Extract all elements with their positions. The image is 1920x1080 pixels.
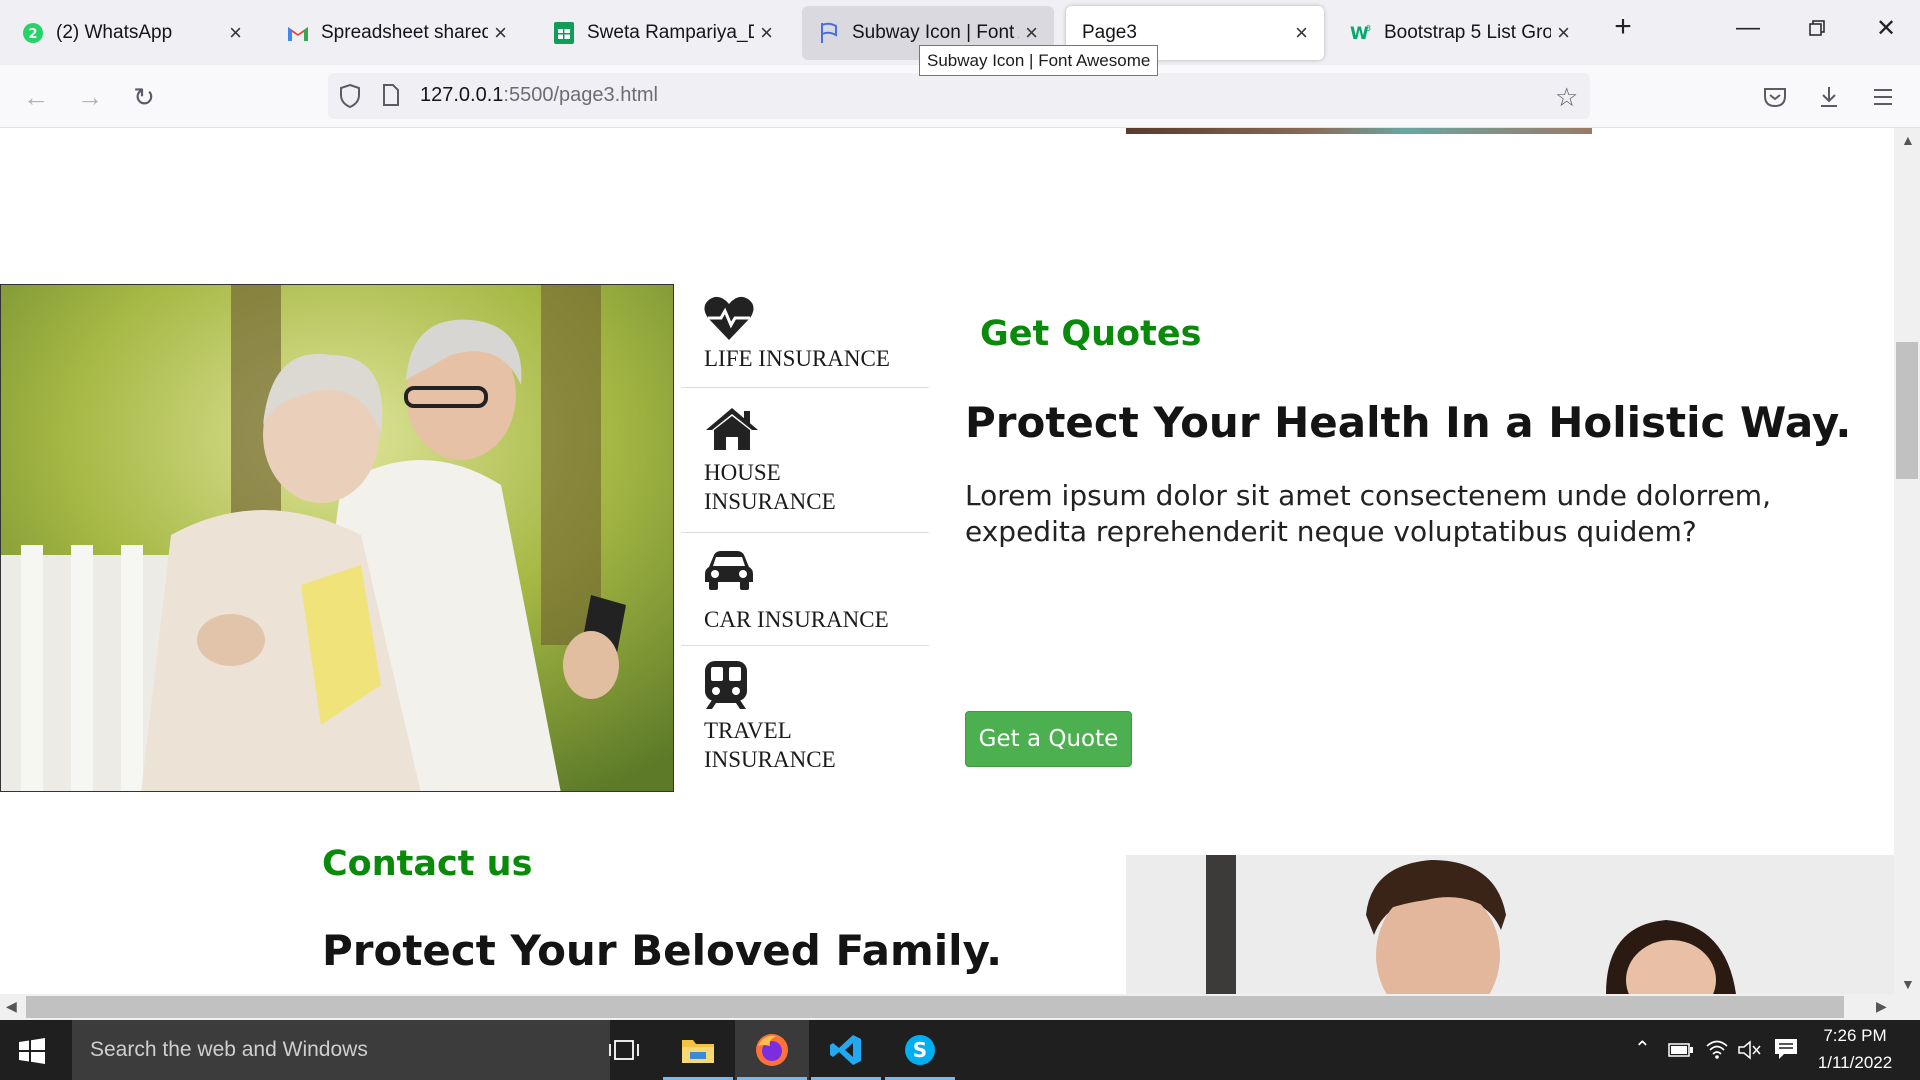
list-item-car-insurance[interactable]: CAR INSURANCE: [681, 533, 929, 646]
font-awesome-flag-icon: [818, 22, 840, 44]
tab-whatsapp[interactable]: 2 (2) WhatsApp ×: [6, 6, 258, 60]
item-label: TRAVEL INSURANCE: [704, 718, 836, 772]
url-host: 127.0.0.1: [420, 84, 504, 106]
tab-label: (2) WhatsApp: [56, 22, 173, 43]
task-view-icon[interactable]: [587, 1020, 661, 1080]
url-text[interactable]: 127.0.0.1:5500/page3.html: [420, 84, 658, 107]
whatsapp-icon: 2: [22, 22, 44, 44]
url-path: :5500/page3.html: [503, 84, 658, 106]
clock-date: 1/11/2022: [1817, 1053, 1893, 1072]
restore-button[interactable]: [1797, 14, 1837, 43]
gmail-icon: [287, 22, 309, 44]
couple-image: [0, 284, 674, 792]
star-icon[interactable]: ☆: [1555, 82, 1578, 113]
svg-text:2: 2: [28, 27, 37, 42]
w3schools-icon: W3: [1350, 22, 1372, 44]
menu-icon[interactable]: [1865, 79, 1901, 115]
car-icon: [704, 549, 754, 596]
scroll-left-icon[interactable]: ◀: [6, 998, 17, 1015]
page-viewport: LIFE INSURANCE HOUSE INSURANCE CAR INSUR…: [0, 128, 1894, 994]
skype-icon[interactable]: S: [883, 1020, 957, 1080]
svg-text:S: S: [913, 1038, 927, 1062]
clock-time: 7:26 PM: [1823, 1026, 1887, 1045]
windows-start-icon[interactable]: [18, 1038, 46, 1069]
close-icon[interactable]: ×: [494, 20, 507, 46]
firefox-icon[interactable]: [735, 1020, 809, 1080]
top-image-edge: [1126, 128, 1592, 134]
subway-icon: [704, 660, 748, 715]
contact-heading: Contact us: [322, 844, 533, 884]
list-item-house-insurance[interactable]: HOUSE INSURANCE: [681, 388, 929, 533]
battery-icon[interactable]: [1668, 1042, 1694, 1063]
scroll-right-icon[interactable]: ▶: [1876, 998, 1887, 1015]
item-label: CAR INSURANCE: [704, 607, 889, 632]
health-title: Protect Your Health In a Holistic Way.: [965, 398, 1852, 447]
show-hidden-icons-icon[interactable]: ⌃: [1634, 1036, 1651, 1061]
address-bar[interactable]: 127.0.0.1:5500/page3.html ☆: [328, 73, 1590, 119]
vertical-scrollbar[interactable]: ▲ ▼: [1894, 128, 1920, 994]
tab-label: Page3: [1082, 22, 1137, 43]
reload-icon[interactable]: ↻: [126, 79, 162, 115]
close-icon[interactable]: ×: [229, 20, 242, 46]
get-a-quote-button[interactable]: Get a Quote: [965, 711, 1132, 767]
wifi-icon[interactable]: [1705, 1038, 1729, 1065]
download-icon[interactable]: [1811, 79, 1847, 115]
close-icon[interactable]: ×: [760, 20, 773, 46]
back-arrow-icon[interactable]: ←: [18, 79, 54, 115]
scroll-down-icon[interactable]: ▼: [1901, 976, 1915, 992]
quotes-body-text: Lorem ipsum dolor sit amet consectenem u…: [965, 479, 1771, 548]
taskbar-search-input[interactable]: Search the web and Windows: [72, 1020, 610, 1080]
new-tab-button[interactable]: +: [1603, 10, 1643, 44]
item-label: HOUSE INSURANCE: [704, 460, 836, 514]
tab-w3schools[interactable]: W3 Bootstrap 5 List Group ×: [1334, 6, 1586, 60]
close-icon[interactable]: ×: [1295, 20, 1308, 46]
tab-sheets[interactable]: Sweta Rampariya_Daily ×: [537, 6, 789, 60]
close-window-button[interactable]: ✕: [1866, 14, 1906, 43]
minimize-button[interactable]: —: [1728, 14, 1768, 42]
list-item-travel-insurance[interactable]: TRAVEL INSURANCE: [681, 646, 929, 792]
tab-label: Sweta Rampariya_Daily: [587, 22, 754, 43]
tab-label: Spreadsheet shared wi: [321, 22, 489, 43]
forward-arrow-icon[interactable]: →: [72, 79, 108, 115]
sheets-icon: [553, 22, 575, 44]
house-icon: [704, 406, 760, 457]
vscode-icon[interactable]: [809, 1020, 883, 1080]
get-quotes-heading: Get Quotes: [980, 314, 1202, 354]
scroll-up-icon[interactable]: ▲: [1901, 132, 1915, 148]
page-icon: [382, 84, 400, 111]
vertical-scroll-thumb[interactable]: [1896, 342, 1918, 479]
tab-label: Subway Icon | Font Av: [852, 22, 1019, 43]
file-explorer-icon[interactable]: [661, 1020, 735, 1080]
volume-muted-icon[interactable]: [1738, 1040, 1762, 1065]
horizontal-scroll-thumb[interactable]: [26, 996, 1844, 1018]
family-title: Protect Your Beloved Family.: [322, 926, 1003, 975]
tab-tooltip: Subway Icon | Font Awesome: [919, 45, 1159, 76]
list-item-life-insurance[interactable]: LIFE INSURANCE: [681, 288, 929, 388]
close-icon[interactable]: ×: [1025, 20, 1038, 46]
svg-text:3: 3: [1366, 24, 1371, 33]
family-image: [1126, 855, 1894, 994]
shield-icon[interactable]: [338, 83, 362, 114]
pocket-icon[interactable]: [1757, 79, 1793, 115]
item-label: LIFE INSURANCE: [704, 346, 890, 371]
close-icon[interactable]: ×: [1557, 20, 1570, 46]
tab-gmail[interactable]: Spreadsheet shared wi ×: [271, 6, 523, 60]
system-clock[interactable]: 7:26 PM 1/11/2022: [1795, 1022, 1915, 1076]
tab-label: Bootstrap 5 List Group: [1384, 22, 1552, 43]
heartbeat-icon: [704, 296, 754, 345]
